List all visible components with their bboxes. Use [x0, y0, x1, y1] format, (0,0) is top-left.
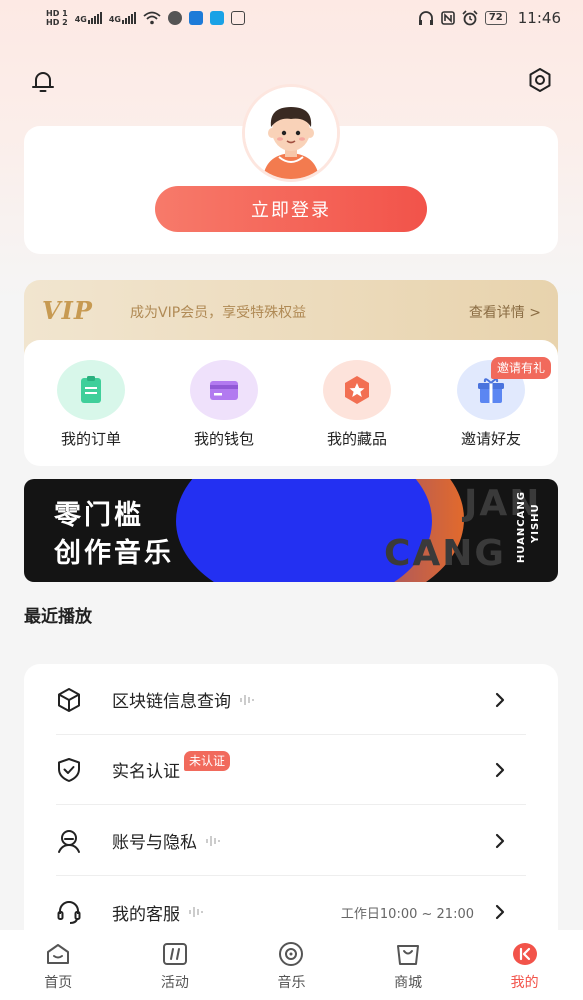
vip-logo: VIP: [42, 296, 93, 325]
sim1-label: HD 1: [46, 9, 68, 18]
status-time: 11:46: [517, 9, 561, 27]
banner-title-line2: 创作音乐: [54, 538, 174, 569]
chevron-right-icon: [495, 904, 505, 920]
cube-icon: [58, 687, 80, 712]
signal-icon: 4G: [75, 12, 102, 24]
alarm-icon: [462, 10, 478, 26]
bottom-tab-bar: 首页 活动 音乐 商城 我的: [0, 930, 583, 1000]
list-label-blockchain: 区块链信息查询: [112, 692, 231, 712]
shop-bag-icon: [397, 945, 420, 965]
tab-home[interactable]: 首页: [0, 930, 117, 1000]
sound-wave-icon: [206, 835, 220, 846]
user-privacy-icon: [58, 829, 80, 853]
tab-activity[interactable]: 活动: [117, 930, 234, 1000]
menu-item-collection[interactable]: 我的藏品: [307, 360, 407, 456]
headphones-icon: [418, 11, 433, 25]
battery-level: 72: [484, 11, 507, 25]
collection-star-icon: [323, 360, 391, 420]
status-bar: HD 1 HD 2 4G 4G 72 11:46: [0, 0, 583, 36]
banner-side-text-2: YISHU: [530, 503, 541, 543]
boy-avatar-icon: [245, 87, 337, 179]
chevron-right-icon: [495, 762, 505, 777]
service-hours: 工作日10:00 ~ 21:00: [340, 906, 474, 922]
shield-check-icon: [58, 757, 80, 782]
tab-music[interactable]: 音乐: [233, 930, 350, 1000]
menu-label-wallet: 我的钱包: [193, 430, 254, 448]
sim2-label: HD 2: [46, 18, 68, 27]
banner-big-text-2: CANG: [384, 533, 506, 574]
list-row-blockchain-query[interactable]: 区块链信息查询: [56, 665, 526, 735]
list-label-account-privacy: 账号与隐私: [112, 833, 197, 853]
vip-detail-link[interactable]: 查看详情 >: [469, 302, 541, 322]
tab-label-activity: 活动: [160, 975, 189, 991]
vip-text: 成为VIP会员，享受特殊权益: [130, 305, 307, 321]
list-row-real-name[interactable]: 实名认证 未认证: [56, 735, 526, 805]
menu-label-orders: 我的订单: [60, 430, 121, 448]
sound-wave-icon: [240, 694, 254, 705]
sound-wave-icon: [189, 907, 203, 917]
status-right: 72 11:46: [418, 9, 561, 27]
status-left: HD 1 HD 2 4G 4G: [46, 9, 245, 27]
tab-label-shop: 商城: [394, 975, 423, 991]
music-disc-icon: [279, 942, 304, 966]
home-icon: [47, 944, 70, 964]
tab-label-home: 首页: [44, 975, 73, 991]
headset-icon: [57, 901, 81, 924]
menu-item-wallet[interactable]: 我的钱包: [174, 360, 274, 456]
wifi-icon: [143, 11, 161, 25]
gear-icon[interactable]: [525, 66, 555, 96]
invite-badge: 邀请有礼: [491, 357, 552, 379]
list-row-account-privacy[interactable]: 账号与隐私: [56, 806, 526, 876]
tab-label-profile: 我的: [510, 975, 539, 991]
nfc-icon: [441, 11, 455, 25]
tab-label-music: 音乐: [277, 975, 306, 991]
app-notification-icon-outline: [230, 11, 245, 25]
menu-label-invite: 邀请好友: [460, 430, 521, 448]
menu-item-orders[interactable]: 我的订单: [41, 360, 141, 456]
wallet-card-icon: [190, 360, 258, 420]
app-notification-icon-search: [209, 11, 224, 25]
app-notification-icon-blue: [188, 11, 203, 25]
activity-icon: [162, 943, 187, 965]
chevron-right-icon: [495, 833, 505, 848]
chevron-right-icon: [495, 692, 505, 707]
tab-shop[interactable]: 商城: [350, 930, 467, 1000]
list-label-customer-service: 我的客服: [112, 904, 180, 925]
promo-banner[interactable]: 零门槛 创作音乐 JAN CANG HUANCANG YISHU: [24, 479, 558, 582]
signal-icon-2: 4G: [109, 12, 136, 24]
login-button[interactable]: 立即登录: [155, 186, 427, 232]
sim-labels: HD 1 HD 2: [46, 9, 68, 27]
app-notification-icon: [167, 11, 182, 25]
order-clipboard-icon: [57, 360, 125, 420]
unverified-badge: 未认证: [184, 750, 231, 771]
profile-icon: [512, 943, 537, 965]
menu-label-collection: 我的藏品: [326, 430, 387, 448]
avatar[interactable]: [242, 84, 340, 182]
list-label-real-name: 实名认证: [112, 762, 180, 782]
recent-play-title: 最近播放: [24, 607, 92, 627]
banner-title-line1: 零门槛: [54, 500, 144, 531]
tab-profile[interactable]: 我的: [466, 930, 583, 1000]
bell-icon[interactable]: [28, 66, 58, 96]
banner-side-text-1: HUANCANG: [516, 491, 527, 563]
